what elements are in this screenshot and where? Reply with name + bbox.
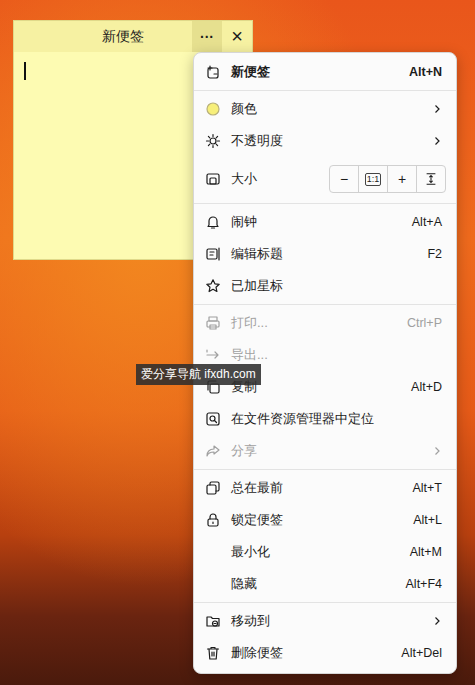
menu-divider bbox=[194, 469, 456, 470]
fit-height-icon bbox=[424, 172, 438, 186]
new-note-icon bbox=[205, 64, 221, 80]
menu-label: 导出... bbox=[231, 346, 442, 364]
locate-file-icon bbox=[205, 411, 221, 427]
menu-shortcut: Ctrl+P bbox=[407, 316, 442, 330]
menu-item[interactable]: 移动到 bbox=[194, 605, 456, 637]
lock-icon bbox=[205, 512, 221, 528]
menu-shortcut: Alt+D bbox=[411, 380, 442, 394]
menu-item[interactable]: 在文件资源管理器中定位 bbox=[194, 403, 456, 435]
menu-label: 锁定便签 bbox=[231, 511, 405, 529]
grow-button[interactable]: + bbox=[388, 166, 417, 192]
menu-item[interactable]: 总在最前 Alt+T bbox=[194, 472, 456, 504]
menu-item[interactable]: 不透明度 bbox=[194, 125, 456, 157]
menu-item: 分享 bbox=[194, 435, 456, 467]
always-on-top-icon bbox=[205, 480, 221, 496]
menu-label: 大小 bbox=[231, 170, 329, 188]
menu-label: 打印... bbox=[231, 314, 399, 332]
brightness-icon bbox=[205, 133, 221, 149]
size-control: −1:1 + bbox=[329, 165, 446, 193]
rename-icon bbox=[205, 246, 221, 262]
watermark: 爱分享导航 ifxdh.com bbox=[136, 364, 261, 385]
menu-label: 分享 bbox=[231, 442, 432, 460]
color-swatch-icon bbox=[205, 101, 221, 117]
star-icon bbox=[205, 278, 221, 294]
chevron-right-icon bbox=[432, 104, 442, 114]
menu-label: 总在最前 bbox=[231, 479, 404, 497]
note-title: 新便签 bbox=[14, 28, 192, 46]
menu-label: 移动到 bbox=[231, 612, 432, 630]
menu-shortcut: Alt+N bbox=[409, 65, 442, 79]
menu-label: 删除便签 bbox=[231, 644, 393, 662]
close-button[interactable]: × bbox=[222, 21, 252, 52]
share-icon bbox=[205, 443, 221, 459]
desktop: 新便签···×新便签Alt+N颜色不透明度大小−1:1+闹钟Alt+A编辑标题F… bbox=[0, 0, 475, 685]
menu-item[interactable]: 颜色 bbox=[194, 93, 456, 125]
context-menu: 新便签 Alt+N 颜色不透明度大小−1:1 + 闹钟 Alt+A 编辑标题 F2 已加星标打印… bbox=[193, 52, 457, 674]
menu-shortcut: F2 bbox=[427, 247, 442, 261]
export-icon bbox=[205, 347, 221, 363]
menu-shortcut: Alt+F4 bbox=[406, 577, 442, 591]
menu-shortcut: Alt+M bbox=[410, 545, 442, 559]
delete-icon bbox=[205, 645, 221, 661]
menu-label: 隐藏 bbox=[231, 575, 398, 593]
menu-label: 在文件资源管理器中定位 bbox=[231, 410, 442, 428]
shrink-button[interactable]: − bbox=[330, 166, 359, 192]
menu-item[interactable]: 删除便签 Alt+Del bbox=[194, 637, 456, 669]
note-header[interactable]: 新便签···× bbox=[14, 21, 252, 52]
menu-shortcut: Alt+Del bbox=[401, 646, 442, 660]
menu-label: 闹钟 bbox=[231, 213, 404, 231]
menu-divider bbox=[194, 90, 456, 91]
menu-label: 最小化 bbox=[231, 543, 402, 561]
menu-item[interactable]: 最小化 Alt+M bbox=[194, 536, 456, 568]
menu-label: 不透明度 bbox=[231, 132, 432, 150]
bell-icon bbox=[205, 214, 221, 230]
fit-height-button[interactable] bbox=[417, 166, 445, 192]
menu-label: 新便签 bbox=[231, 63, 401, 81]
printer-icon bbox=[205, 315, 221, 331]
menu-item[interactable]: 新便签 Alt+N bbox=[194, 56, 456, 88]
resize-icon bbox=[205, 171, 221, 187]
menu-shortcut: Alt+L bbox=[413, 513, 442, 527]
menu-item[interactable]: 大小−1:1 + bbox=[194, 157, 456, 201]
reset-size-button[interactable]: 1:1 bbox=[359, 166, 388, 192]
menu-item[interactable]: 锁定便签 Alt+L bbox=[194, 504, 456, 536]
text-caret bbox=[24, 62, 26, 80]
menu-shortcut: Alt+T bbox=[412, 481, 442, 495]
menu-shortcut: Alt+A bbox=[412, 215, 442, 229]
more-button[interactable]: ··· bbox=[192, 21, 222, 52]
menu-label: 已加星标 bbox=[231, 277, 442, 295]
menu-item: 打印... Ctrl+P bbox=[194, 307, 456, 339]
menu-divider bbox=[194, 203, 456, 204]
menu-label: 编辑标题 bbox=[231, 245, 419, 263]
menu-label: 颜色 bbox=[231, 100, 432, 118]
menu-item[interactable]: 隐藏 Alt+F4 bbox=[194, 568, 456, 600]
menu-item[interactable]: 已加星标 bbox=[194, 270, 456, 302]
ratio-label: 1:1 bbox=[365, 173, 382, 186]
move-folder-icon bbox=[205, 613, 221, 629]
menu-divider bbox=[194, 602, 456, 603]
menu-item[interactable]: 闹钟 Alt+A bbox=[194, 206, 456, 238]
menu-divider bbox=[194, 304, 456, 305]
menu-item[interactable]: 编辑标题 F2 bbox=[194, 238, 456, 270]
chevron-right-icon bbox=[432, 616, 442, 626]
chevron-right-icon bbox=[432, 136, 442, 146]
chevron-right-icon bbox=[432, 446, 442, 456]
